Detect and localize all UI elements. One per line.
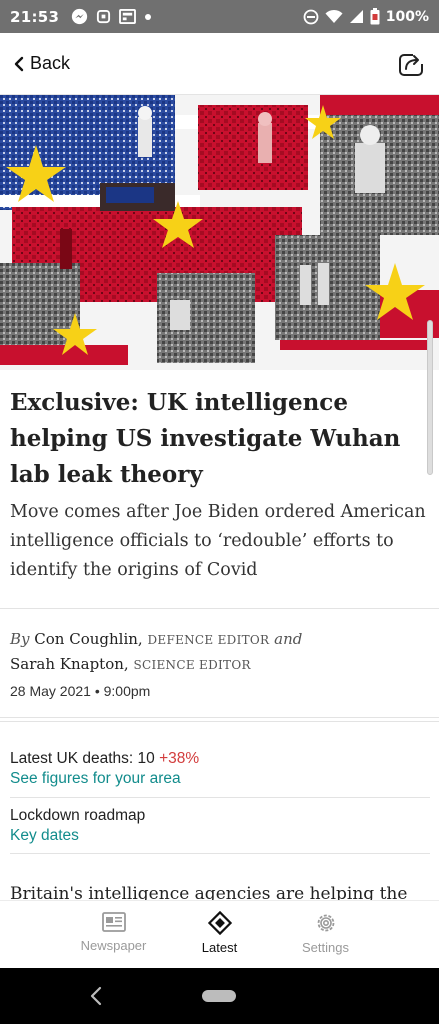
deaths-change: +38%	[159, 750, 200, 767]
roadmap-label: Lockdown roadmap	[10, 807, 146, 824]
author-role: SCIENCE EDITOR	[133, 658, 251, 672]
status-time: 21:53	[10, 7, 60, 26]
author-link[interactable]: Sarah Knapton,	[10, 655, 129, 673]
divider	[0, 717, 439, 718]
bottom-tab-bar: Newspaper Latest Settings	[0, 900, 439, 968]
deaths-title: Latest UK deaths: 10 +38%	[10, 749, 430, 769]
share-icon[interactable]	[397, 50, 425, 78]
figures-link[interactable]: See figures for your area	[10, 769, 430, 789]
author-role: DEFENCE EDITOR	[147, 633, 270, 647]
tab-latest[interactable]: Latest	[167, 901, 273, 968]
wifi-icon	[325, 9, 343, 23]
publish-date: 28 May 2021 • 9:00pm	[10, 683, 151, 699]
messenger-icon	[72, 8, 88, 25]
tab-label: Latest	[201, 940, 238, 955]
system-navigation-bar	[0, 968, 439, 1024]
chevron-left-icon	[14, 56, 24, 71]
tab-label: Newspaper	[80, 938, 147, 953]
tab-settings[interactable]: Settings	[273, 901, 379, 968]
battery-level: 100%	[385, 8, 429, 25]
gear-icon	[317, 914, 334, 932]
roadmap-info: Lockdown roadmap Key dates	[10, 806, 430, 846]
article-headline: Exclusive: UK intelligence helping US in…	[10, 389, 401, 488]
hero-image	[0, 95, 439, 370]
author-link[interactable]: Con Coughlin,	[34, 630, 142, 648]
article-standfirst: Move comes after Joe Biden ordered Ameri…	[10, 502, 426, 580]
divider	[10, 853, 430, 854]
byline-and: and	[274, 630, 303, 648]
tab-newspaper[interactable]: Newspaper	[61, 901, 167, 968]
divider	[10, 797, 430, 798]
byline: By Con Coughlin, DEFENCE EDITOR and Sara…	[10, 627, 430, 677]
notification-dot-icon	[145, 13, 152, 20]
system-back-icon[interactable]	[85, 984, 107, 1008]
diamond-icon	[207, 911, 232, 935]
key-dates-link[interactable]: Key dates	[10, 826, 430, 846]
status-bar: 21:53 100%	[0, 0, 439, 33]
signal-icon	[349, 10, 363, 23]
tab-label: Settings	[302, 940, 349, 955]
back-button[interactable]: Back	[14, 53, 70, 74]
system-home-pill[interactable]	[202, 990, 236, 1002]
do-not-disturb-icon	[303, 9, 319, 24]
android-auto-icon	[97, 9, 111, 24]
scrollbar[interactable]	[427, 320, 433, 475]
byline-by: By	[10, 630, 30, 648]
top-navigation: Back	[0, 33, 439, 95]
divider	[0, 608, 439, 609]
divider	[0, 721, 439, 722]
hero-collage	[0, 95, 439, 370]
battery-icon	[370, 8, 380, 25]
news-app-icon	[119, 9, 137, 24]
newspaper-icon	[101, 912, 126, 932]
deaths-info: Latest UK deaths: 10 +38% See figures fo…	[10, 749, 430, 789]
back-label: Back	[30, 53, 71, 73]
deaths-label: Latest UK deaths: 10	[10, 750, 155, 767]
